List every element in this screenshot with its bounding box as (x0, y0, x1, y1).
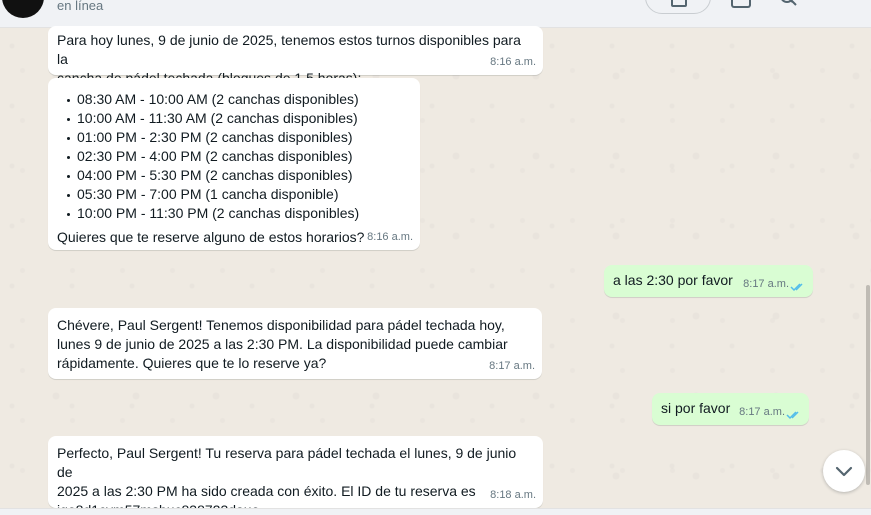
message-text: Perfecto, Paul Sergent! Tu reserva para … (57, 445, 517, 515)
message-list: Para hoy lunes, 9 de junio de 2025, tene… (0, 26, 871, 515)
message-time: 8:17 a.m. (489, 360, 535, 372)
list-item: 10:00 PM - 11:30 PM (2 canchas disponibl… (65, 204, 411, 223)
message-time: 8:17 a.m. (739, 406, 785, 418)
message-text: Quieres que te reserve alguno de estos h… (57, 229, 365, 245)
scroll-to-bottom-button[interactable] (823, 450, 865, 492)
list-item: 01:00 PM - 2:30 PM (2 canchas disponible… (65, 128, 411, 147)
composer-edge (0, 508, 871, 515)
menu-icon[interactable] (832, 0, 836, 8)
message-time: 8:16 a.m. (367, 231, 413, 243)
message-incoming: 08:30 AM - 10:00 AM (2 canchas disponibl… (48, 78, 420, 250)
message-time: 8:17 a.m. (743, 278, 789, 290)
list-item: 08:30 AM - 10:00 AM (2 canchas disponibl… (65, 90, 411, 109)
message-incoming: Para hoy lunes, 9 de junio de 2025, tene… (48, 26, 543, 86)
slots-list: 08:30 AM - 10:00 AM (2 canchas disponibl… (57, 90, 411, 223)
chat-header: en línea (0, 0, 871, 28)
search-icon[interactable] (779, 0, 799, 8)
list-item: 04:00 PM - 5:30 PM (2 canchas disponible… (65, 166, 411, 185)
message-time: 8:18 a.m. (490, 489, 536, 501)
message-outgoing: a las 2:30 por favor 8:17 a.m. (604, 265, 813, 297)
chevron-down-icon (835, 466, 853, 477)
list-item: 02:30 PM - 4:00 PM (2 canchas disponible… (65, 147, 411, 166)
list-item: 05:30 PM - 7:00 PM (1 cancha disponible) (65, 185, 411, 204)
read-ticks-icon (790, 283, 803, 292)
video-call-button[interactable] (645, 0, 711, 14)
video-call-icon (671, 0, 687, 7)
new-window-icon[interactable] (731, 0, 751, 8)
message-incoming: Perfecto, Paul Sergent! Tu reserva para … (48, 436, 543, 515)
scrollbar-thumb[interactable] (866, 285, 870, 485)
contact-status: en línea (57, 0, 104, 13)
list-item: 10:00 AM - 11:30 AM (2 canchas disponibl… (65, 109, 411, 128)
message-time: 8:16 a.m. (490, 56, 536, 68)
message-incoming: Chévere, Paul Sergent! Tenemos disponibi… (48, 308, 542, 379)
search-icon-glyph (781, 0, 797, 6)
message-text: Chévere, Paul Sergent! Tenemos disponibi… (57, 317, 508, 371)
contact-avatar[interactable] (2, 0, 44, 18)
read-ticks-icon (786, 411, 799, 420)
message-outgoing: si por favor 8:17 a.m. (652, 393, 809, 425)
